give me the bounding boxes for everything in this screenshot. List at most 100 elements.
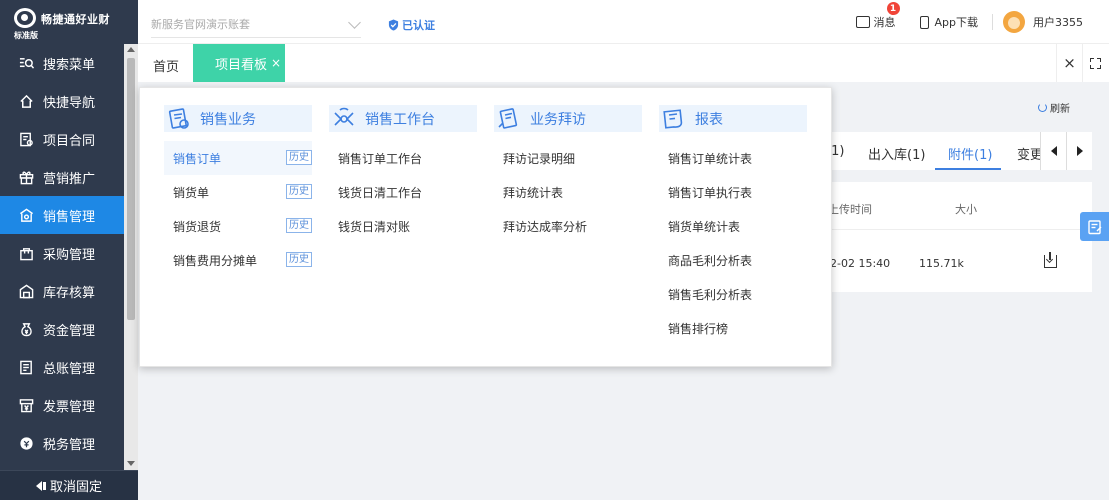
subtab-scroll-left-button[interactable] xyxy=(1040,132,1066,170)
menu-column-title: 业务拜访 xyxy=(530,111,586,128)
triangle-right-icon xyxy=(1076,146,1083,156)
sidebar-item-label: 税务管理 xyxy=(43,437,96,453)
history-button[interactable]: 历史 xyxy=(286,184,312,199)
sidebar-item-label: 搜索菜单 xyxy=(43,57,96,73)
search-menu-icon xyxy=(19,56,34,71)
menu-item-sales-order-execution[interactable]: 销售订单执行表 xyxy=(659,175,807,209)
floating-help-button[interactable] xyxy=(1080,212,1109,241)
verified-label: 已认证 xyxy=(402,19,435,32)
menu-item-sales-return[interactable]: 销货退货 历史 xyxy=(164,209,312,243)
sidebar-item-invoice[interactable]: 发票管理 xyxy=(0,386,124,424)
menu-item-delivery-note-stats[interactable]: 销货单统计表 xyxy=(659,209,807,243)
sidebar-item-sales[interactable]: 销售管理 xyxy=(0,196,124,234)
menu-column-header: 销售业务 xyxy=(164,105,312,132)
tab-home[interactable]: 首页 xyxy=(153,56,179,75)
top-header: 新服务官网演示账套 已认证 消息 1 App下载 用户3355 xyxy=(138,0,1109,44)
sales-menu-panel: 销售业务 销售订单 历史 销货单 历史 销货退货 历史 销售费用分摊单 历史 销 xyxy=(139,87,832,367)
menu-item-visit-statistics[interactable]: 拜访统计表 xyxy=(494,175,642,209)
refresh-button[interactable]: 刷新 xyxy=(1038,100,1070,115)
menu-item-visit-achievement-analysis[interactable]: 拜访达成率分析 xyxy=(494,209,642,243)
sidebar-scrollbar[interactable] xyxy=(124,44,138,470)
verified-status[interactable]: 已认证 xyxy=(388,17,435,33)
username: 用户3355 xyxy=(1033,16,1083,29)
sidebar-item-label: 营销推广 xyxy=(43,171,96,187)
tab-project-board[interactable]: 项目看板 × xyxy=(193,44,285,82)
menu-column-header: 报表 xyxy=(659,105,807,132)
sidebar-item-purchase[interactable]: 采购管理 xyxy=(0,234,124,272)
contract-icon xyxy=(19,132,34,147)
cell-size: 115.71k xyxy=(919,257,964,270)
brand-logo-icon xyxy=(14,8,36,28)
sidebar-item-search-menu[interactable]: 搜索菜单 xyxy=(0,44,124,82)
sidebar-item-ledger[interactable]: 总账管理 xyxy=(0,348,124,386)
history-button[interactable]: 历史 xyxy=(286,150,312,165)
header-actions: 消息 1 App下载 用户3355 xyxy=(855,0,1109,44)
unpin-bar-icon xyxy=(42,481,46,490)
subtab-attachments[interactable]: 附件(1) xyxy=(948,144,992,163)
avatar xyxy=(1003,11,1025,33)
unpin-sidebar-button[interactable]: 取消固定 xyxy=(0,470,138,500)
sidebar-item-label: 采购管理 xyxy=(43,247,96,263)
sidebar-item-label: 快捷导航 xyxy=(43,95,96,111)
chevron-down-icon xyxy=(348,16,361,29)
sidebar-item-inventory[interactable]: 库存核算 xyxy=(0,272,124,310)
sidebar-item-quick-nav[interactable]: 快捷导航 xyxy=(0,82,124,120)
app-download-button[interactable]: App下载 xyxy=(919,14,978,30)
menu-item-label: 拜访统计表 xyxy=(503,185,564,200)
menu-item-label: 销售毛利分析表 xyxy=(668,287,753,302)
history-button[interactable]: 历史 xyxy=(286,252,312,267)
visit-icon xyxy=(494,105,524,132)
sidebar-item-funds[interactable]: 资金管理 xyxy=(0,310,124,348)
messages-button[interactable]: 消息 1 xyxy=(855,2,900,30)
sidebar-item-project-contract[interactable]: 项目合同 xyxy=(0,120,124,158)
gift-icon xyxy=(19,170,34,185)
menu-item-sales-ranking[interactable]: 销售排行榜 xyxy=(659,311,807,345)
sidebar-item-marketing[interactable]: 营销推广 xyxy=(0,158,124,196)
menu-item-sales-order[interactable]: 销售订单 历史 xyxy=(164,141,312,175)
scroll-up-arrow-icon[interactable] xyxy=(127,47,135,52)
menu-item-label: 拜访记录明细 xyxy=(503,151,576,166)
subtab-scroll-right-button[interactable] xyxy=(1066,132,1092,170)
menu-column-sales-business: 销售业务 销售订单 历史 销货单 历史 销货退货 历史 销售费用分摊单 历史 xyxy=(164,105,312,277)
menu-item-label: 销售订单执行表 xyxy=(668,185,753,200)
tab-label: 项目看板 xyxy=(215,57,268,73)
menu-item-daily-settlement-workbench[interactable]: 钱货日清工作台 xyxy=(329,175,477,209)
sidebar-item-tax[interactable]: 税务管理 xyxy=(0,424,124,462)
menu-column-header: 销售工作台 xyxy=(329,105,477,132)
user-menu[interactable]: 用户3355 xyxy=(1003,11,1083,33)
menu-item-sales-expense-allocation[interactable]: 销售费用分摊单 历史 xyxy=(164,243,312,277)
history-button[interactable]: 历史 xyxy=(286,218,312,233)
scroll-down-arrow-icon[interactable] xyxy=(127,461,135,466)
download-icon[interactable] xyxy=(1044,252,1057,268)
refresh-label: 刷新 xyxy=(1050,104,1070,115)
phone-icon xyxy=(919,15,929,29)
page-tab-bar: 首页 项目看板 × × xyxy=(138,44,1109,82)
column-header-upload-time: 上传时间 xyxy=(828,203,872,216)
scrollbar-thumb[interactable] xyxy=(127,58,135,320)
subtab-stock-in-out[interactable]: 出入库(1) xyxy=(868,144,925,163)
unpin-arrow-icon xyxy=(35,480,42,491)
brand-logo[interactable]: 畅捷通好业财 标准版 xyxy=(0,0,138,44)
menu-item-sales-order-workbench[interactable]: 销售订单工作台 xyxy=(329,141,477,175)
menu-column-header: 业务拜访 xyxy=(494,105,642,132)
active-subtab-indicator xyxy=(935,168,1001,170)
refresh-icon xyxy=(1038,103,1047,112)
account-selector[interactable]: 新服务官网演示账套 xyxy=(151,10,361,38)
menu-item-sales-margin-analysis[interactable]: 销售毛利分析表 xyxy=(659,277,807,311)
menu-item-product-margin-analysis[interactable]: 商品毛利分析表 xyxy=(659,243,807,277)
triangle-left-icon xyxy=(1050,146,1057,156)
fullscreen-button[interactable] xyxy=(1082,44,1108,82)
menu-item-sales-order-stats[interactable]: 销售订单统计表 xyxy=(659,141,807,175)
menu-item-label: 钱货日清对账 xyxy=(338,219,411,234)
close-icon[interactable]: × xyxy=(271,56,281,70)
close-all-tabs-button[interactable]: × xyxy=(1056,44,1082,82)
unpin-label: 取消固定 xyxy=(49,480,102,495)
menu-item-visit-records[interactable]: 拜访记录明细 xyxy=(494,141,642,175)
menu-column-title: 销售工作台 xyxy=(365,111,435,128)
sidebar: 畅捷通好业财 标准版 搜索菜单 快捷导航 项目合同 营销推广 销售管理 采购管理 xyxy=(0,0,138,500)
column-header-size: 大小 xyxy=(955,203,977,216)
invoice-icon xyxy=(19,398,34,413)
menu-item-daily-settlement-reconcile[interactable]: 钱货日清对账 xyxy=(329,209,477,243)
menu-item-delivery-note[interactable]: 销货单 历史 xyxy=(164,175,312,209)
sidebar-item-label: 发票管理 xyxy=(43,399,96,415)
